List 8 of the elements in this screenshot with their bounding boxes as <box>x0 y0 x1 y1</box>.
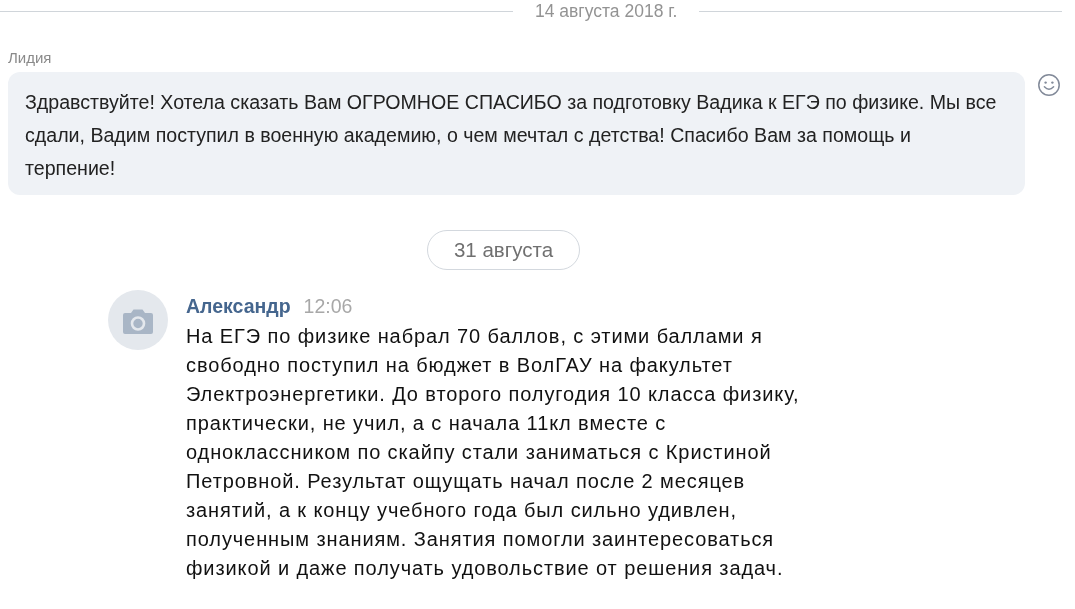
author-name[interactable]: Александр <box>186 295 291 317</box>
message-time: 12:06 <box>303 295 353 317</box>
date-divider-label: 14 августа 2018 г. <box>534 0 679 22</box>
message-text: На ЕГЭ по физике набрал 70 баллов, с этими баллами я свободно поступил на бюджет в ВолГАУ на факультет Электроэнергетики. До второго полугодия 10 класса физику, практически, не учил, а с начала 11кл вместе с одноклассником по скайпу стали заниматься с Кристиной Петровной. Результат ощущать начал после 2 месяцев занятий, а к концу учебного года был сильно удивлен, полученным знаниям. Занятия помогли заинтересоваться физикой и даже получать удовольствие от решения задач. <box>186 324 801 581</box>
smiley-icon[interactable] <box>1038 74 1060 96</box>
message-text: Здравствуйте! Хотела сказать Вам ОГРОМНОЕ СПАСИБО за подготовку Вадика к ЕГЭ по физике. Мы все сдали, Вадим поступил в военную академию, о чем мечтал с детства! Спасибо Вам за помощь и терпение! <box>25 90 998 181</box>
sender-name: Лидия <box>8 49 52 67</box>
camera-avatar-icon <box>108 290 168 350</box>
